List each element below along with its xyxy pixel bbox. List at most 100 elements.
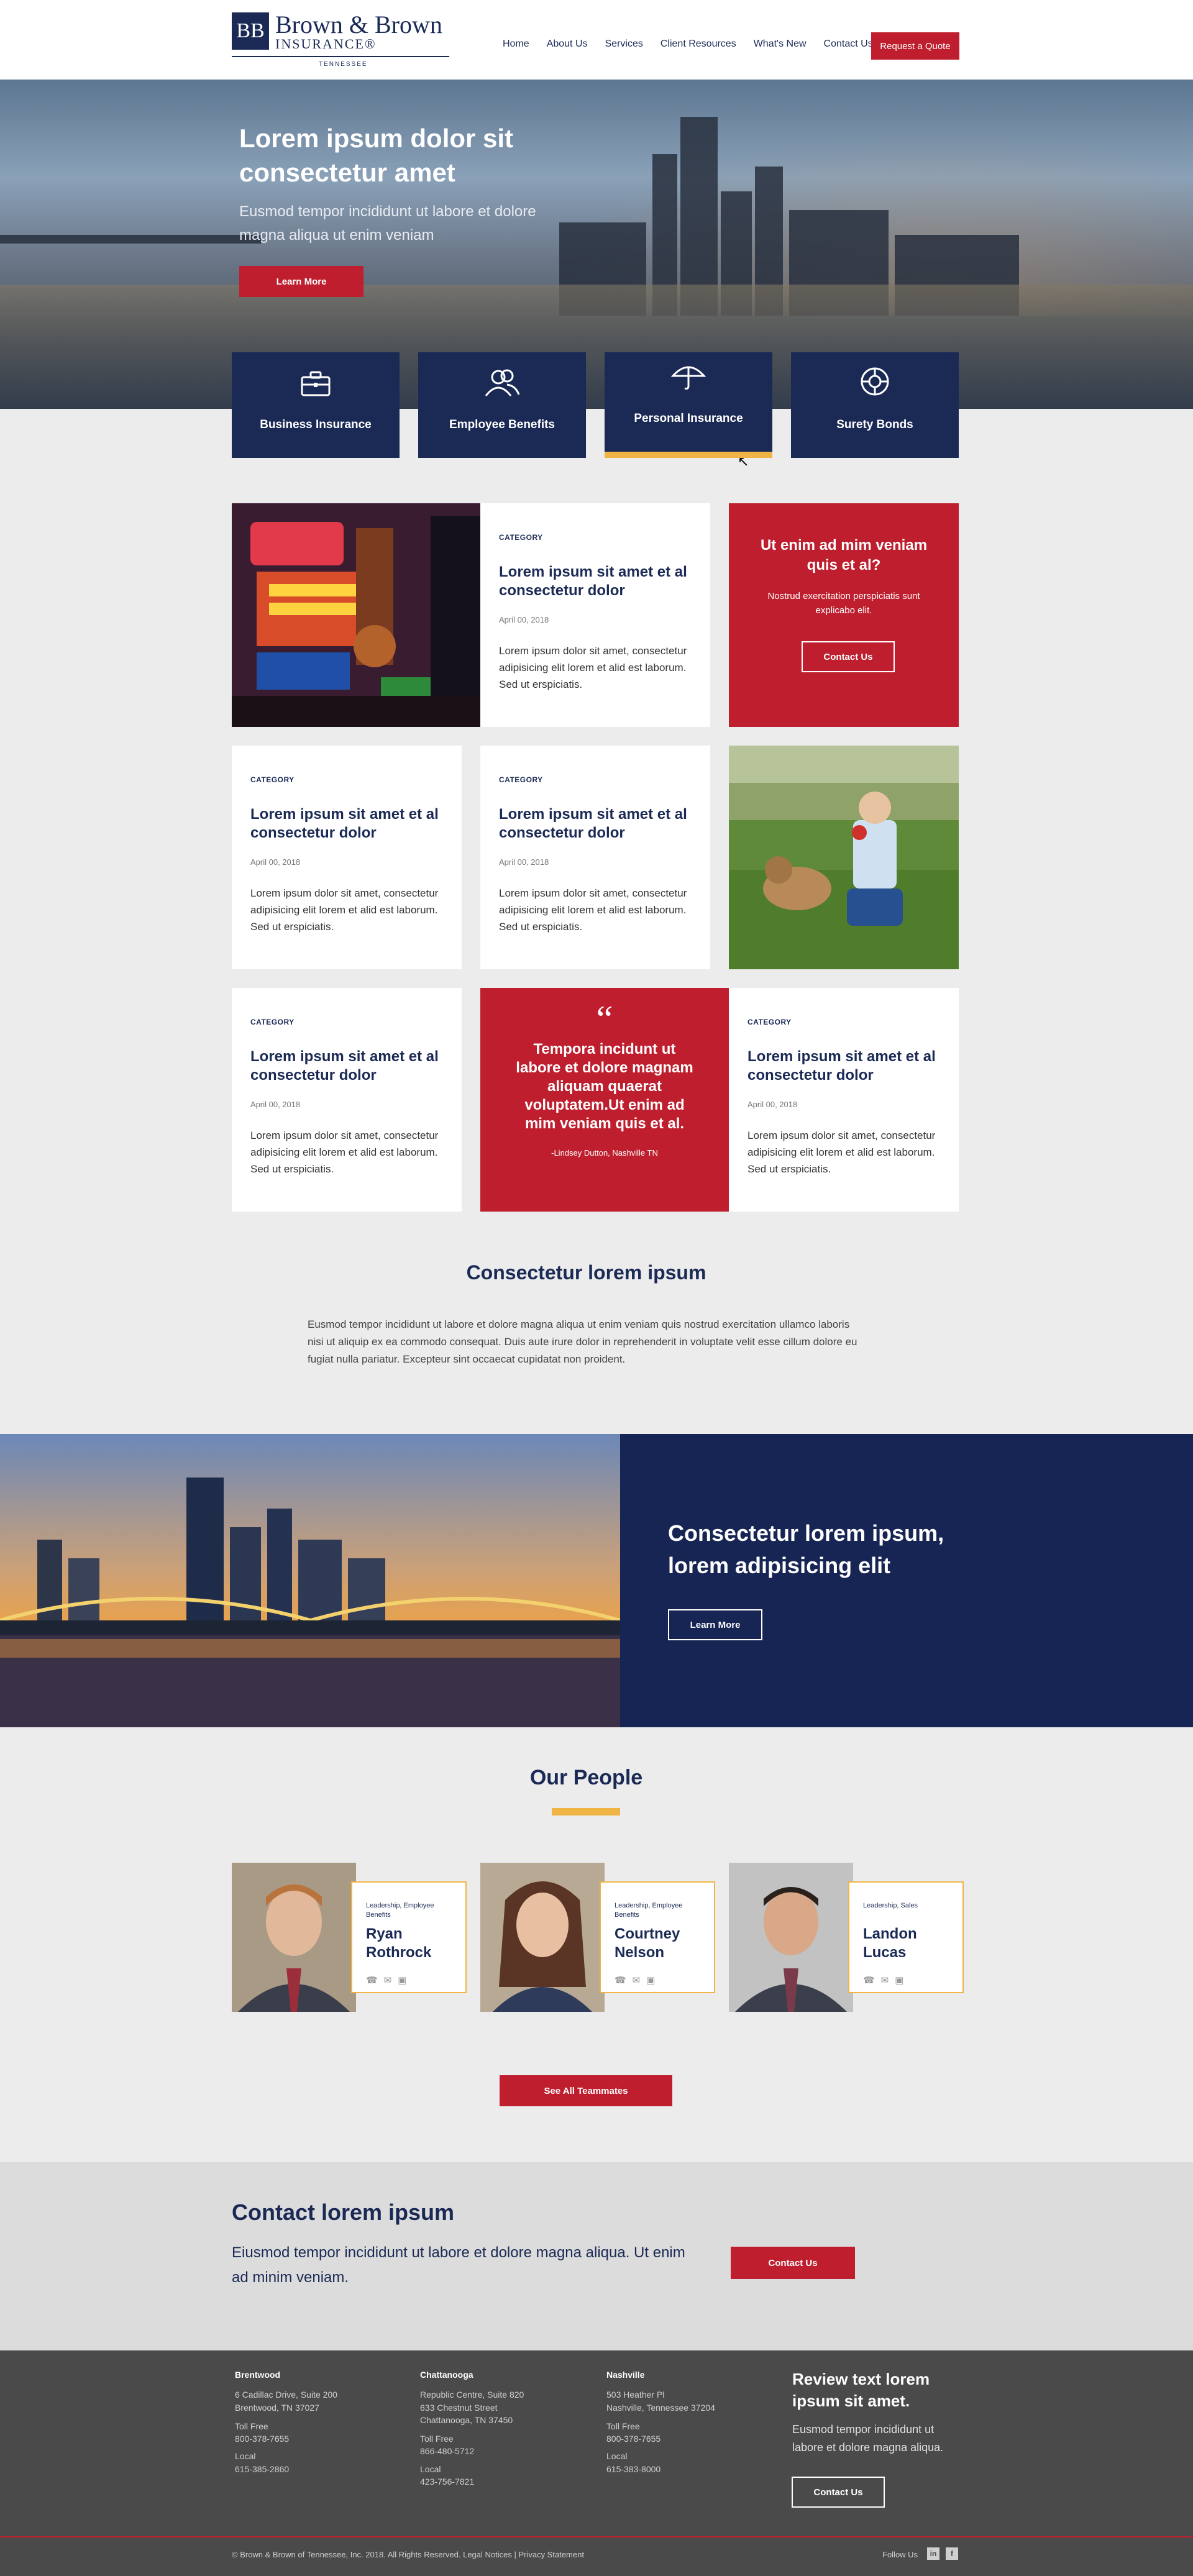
article-category: CATEGORY (250, 775, 295, 784)
nav-about-us[interactable]: About Us (538, 32, 596, 56)
main-nav: Home About Us Services Client Resources … (494, 32, 882, 56)
tollfree-label: Toll Free (606, 2421, 640, 2431)
nav-whats-new[interactable]: What's New (745, 32, 815, 56)
article-date: April 00, 2018 (250, 1100, 301, 1109)
request-quote-button[interactable]: Request a Quote (871, 32, 959, 60)
article-excerpt: Lorem ipsum dolor sit amet, consectetur … (499, 645, 687, 691)
tollfree-phone[interactable]: 866-480-5712 (420, 2445, 582, 2457)
person-card[interactable]: Leadership, Employee Benefits Ryan Rothr… (232, 1863, 474, 2012)
article-title[interactable]: Lorem ipsum sit amet et al consectetur d… (747, 1048, 940, 1085)
cta-text: Nostrud exercitation perspiciatis sunt e… (767, 591, 920, 616)
testimonial-author: -Lindsey Dutton, Nashville TN (551, 1148, 658, 1158)
footer-divider (0, 2536, 1193, 2537)
logo-subtitle: INSURANCE® (275, 36, 377, 52)
service-personal-insurance[interactable]: Personal Insurance (605, 352, 772, 458)
office-address: Chattanooga, TN 37450 (420, 2414, 513, 2425)
article-title[interactable]: Lorem ipsum sit amet et al consectetur d… (250, 805, 443, 843)
article-title[interactable]: Lorem ipsum sit amet et al consectetur d… (499, 805, 692, 843)
local-label: Local (606, 2451, 628, 2462)
office-nashville: Nashville 503 Heather Pl Nashville, Tenn… (606, 2368, 768, 2475)
article-date: April 00, 2018 (747, 1100, 798, 1109)
boy-with-puppy-photo (729, 746, 959, 969)
briefcase-icon (300, 370, 331, 402)
quote-mark-icon: “ (596, 998, 613, 1039)
tollfree-label: Toll Free (420, 2434, 454, 2444)
office-name: Nashville (606, 2370, 645, 2380)
tollfree-phone[interactable]: 800-378-7655 (606, 2432, 768, 2445)
office-name: Brentwood (235, 2370, 281, 2380)
person-card[interactable]: Leadership, Employee Benefits Courtney N… (480, 1863, 723, 2012)
linkedin-icon[interactable]: in (927, 2547, 939, 2560)
person-card[interactable]: Leadership, Sales Landon Lucas ☎✉▣ (729, 1863, 971, 2012)
local-phone[interactable]: 615-385-2860 (235, 2463, 396, 2475)
contact-icons[interactable]: ☎✉▣ (615, 1975, 661, 1986)
article-card[interactable]: CATEGORY Lorem ipsum sit amet et al cons… (232, 988, 462, 1212)
service-label: Personal Insurance (634, 412, 743, 425)
brand-logo[interactable]: BB Brown & Brown INSURANCE® TENNESSEE (232, 10, 449, 70)
person-name[interactable]: Ryan Rothrock (366, 1925, 459, 1962)
office-address: 633 Chestnut Street (420, 2402, 498, 2413)
article-date: April 00, 2018 (250, 857, 301, 867)
testimonial-box: “ Tempora incidunt ut labore et dolore m… (480, 988, 729, 1212)
article-title[interactable]: Lorem ipsum sit amet et al consectetur d… (499, 563, 692, 600)
people-title-underline (552, 1808, 620, 1816)
person-photo (729, 1863, 853, 2012)
service-business-insurance[interactable]: Business Insurance (232, 352, 400, 458)
local-phone[interactable]: 423-756-7821 (420, 2475, 582, 2488)
article-date: April 00, 2018 (499, 615, 549, 624)
article-category: CATEGORY (499, 533, 543, 542)
person-role: Leadership, Sales (863, 1902, 918, 1909)
cta-title: Ut enim ad mim veniam quis et al? (760, 537, 928, 574)
article-card[interactable]: CATEGORY Lorem ipsum sit amet et al cons… (232, 746, 462, 969)
facebook-icon[interactable]: f (946, 2547, 958, 2560)
person-name[interactable]: Courtney Nelson (615, 1925, 708, 1962)
person-photo (232, 1863, 356, 2012)
office-chattanooga: Chattanooga Republic Centre, Suite 820 6… (420, 2368, 582, 2488)
office-address: Brentwood, TN 37027 (235, 2402, 319, 2413)
contact-icons[interactable]: ☎✉▣ (863, 1975, 910, 1986)
office-address: 503 Heather Pl (606, 2390, 665, 2400)
article-excerpt: Lorem ipsum dolor sit amet, consectetur … (499, 887, 687, 933)
see-all-teammates-button[interactable]: See All Teammates (500, 2075, 672, 2106)
article-date: April 00, 2018 (499, 857, 549, 867)
article-category: CATEGORY (250, 1018, 295, 1026)
site-footer (0, 2350, 1193, 2576)
article-excerpt: Lorem ipsum dolor sit amet, consectetur … (250, 887, 439, 933)
article-card[interactable]: CATEGORY Lorem ipsum sit amet et al cons… (480, 746, 710, 969)
contact-icons[interactable]: ☎✉▣ (366, 1975, 413, 1986)
service-employee-benefits[interactable]: Employee Benefits (418, 352, 586, 458)
follow-us-label: Follow Us (882, 2550, 918, 2559)
nav-client-resources[interactable]: Client Resources (652, 32, 745, 56)
hero-banner (0, 80, 1193, 409)
local-phone[interactable]: 615-383-8000 (606, 2463, 768, 2475)
about-title: Consectetur lorem ipsum (466, 1261, 706, 1284)
hero-title: Lorem ipsum dolor sit consectetur amet (239, 124, 514, 187)
cta-contact-button[interactable]: Contact Us (802, 641, 895, 672)
service-surety-bonds[interactable]: Surety Bonds (791, 352, 959, 458)
review-title: Review text lorem ipsum sit amet. (792, 2370, 930, 2411)
nav-services[interactable]: Services (596, 32, 652, 56)
nashville-skyline-photo (0, 1434, 620, 1727)
mouse-cursor-icon: ↖ (738, 454, 749, 469)
article-category: CATEGORY (499, 775, 543, 784)
service-label: Employee Benefits (449, 418, 555, 431)
local-label: Local (235, 2451, 256, 2462)
tollfree-phone[interactable]: 800-378-7655 (235, 2432, 396, 2445)
logo-divider (232, 56, 449, 57)
nav-home[interactable]: Home (494, 32, 538, 56)
person-name[interactable]: Landon Lucas (863, 1925, 956, 1962)
logo-mark: BB (232, 12, 269, 50)
service-label: Business Insurance (260, 418, 372, 431)
people-icon (483, 368, 521, 402)
footer-contact-button[interactable]: Contact Us (792, 2477, 885, 2508)
feature-learn-more-button[interactable]: Learn More (668, 1609, 762, 1640)
article-title[interactable]: Lorem ipsum sit amet et al consectetur d… (250, 1048, 443, 1085)
article-excerpt: Lorem ipsum dolor sit amet, consectetur … (250, 1130, 439, 1176)
article-card[interactable]: CATEGORY Lorem ipsum sit amet et al cons… (729, 988, 959, 1212)
office-brentwood: Brentwood 6 Cadillac Drive, Suite 200 Br… (235, 2368, 396, 2475)
hero-learn-more-button[interactable]: Learn More (239, 266, 363, 297)
article-card[interactable]: CATEGORY Lorem ipsum sit amet et al cons… (480, 503, 710, 727)
review-text: Eusmod tempor incididunt ut labore et do… (792, 2423, 944, 2454)
umbrella-icon (670, 362, 706, 396)
contact-us-button[interactable]: Contact Us (731, 2247, 855, 2279)
